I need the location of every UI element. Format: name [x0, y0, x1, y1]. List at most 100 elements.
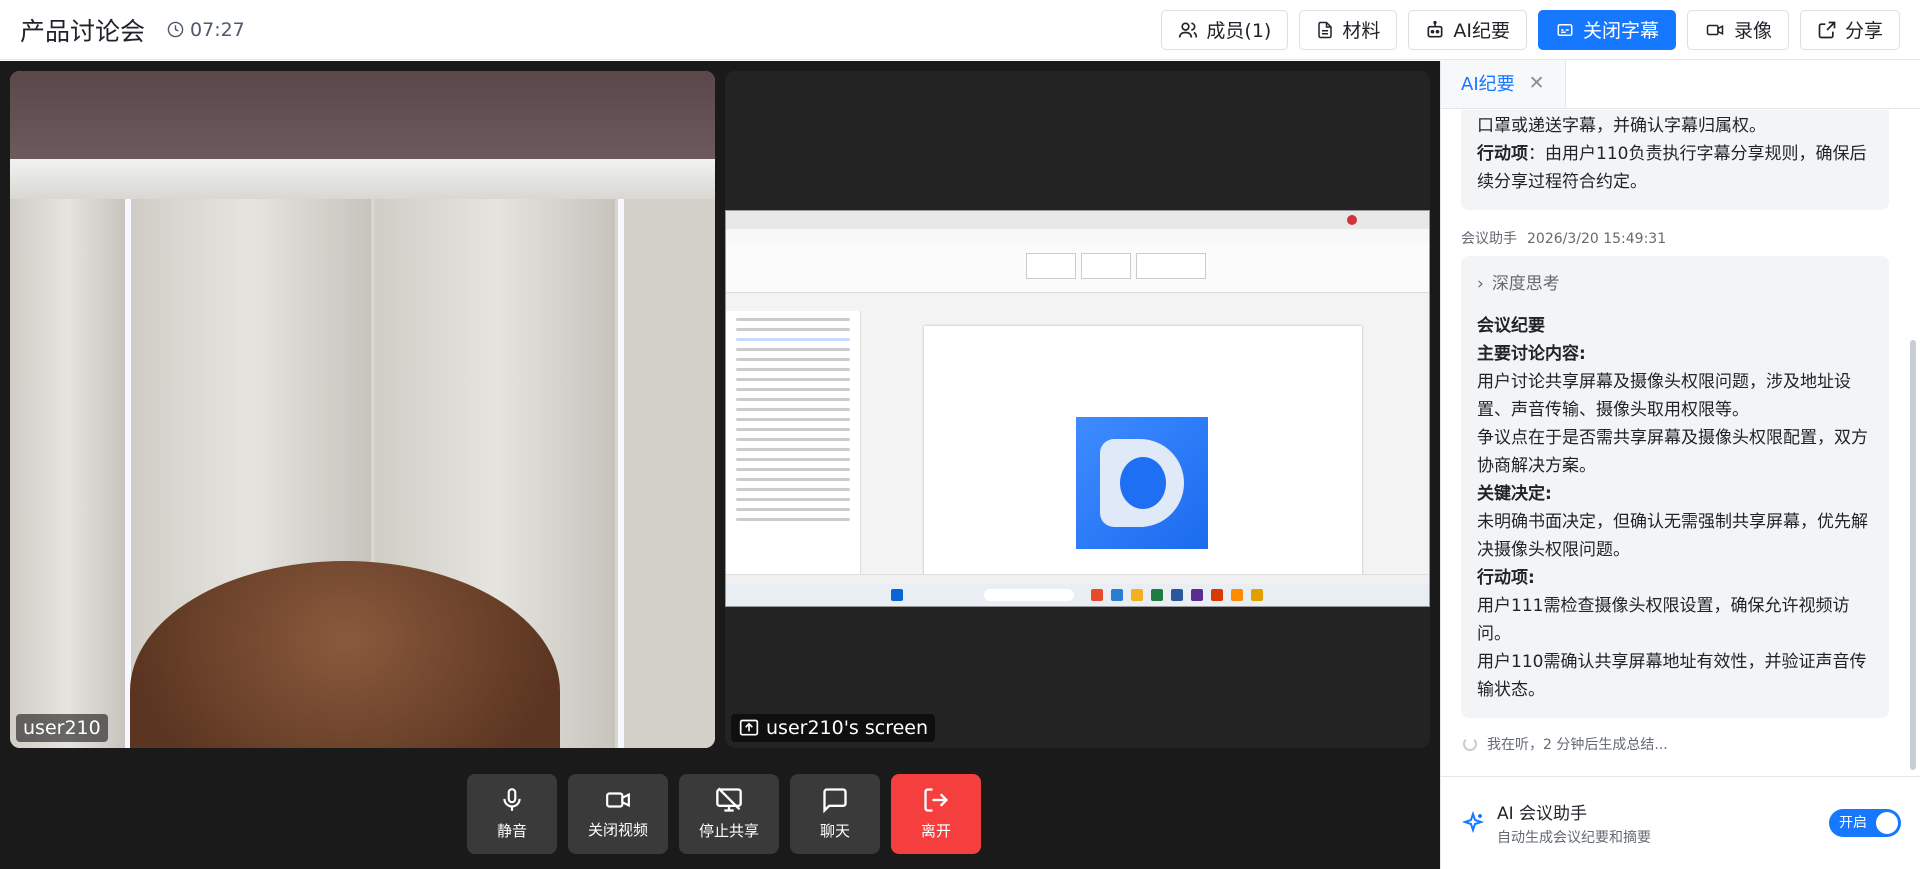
message-line: 行动项：由用户110负责执行字幕分享规则，确保后续分享过程符合约定。: [1477, 140, 1873, 196]
windows-taskbar: [726, 584, 1429, 606]
decision-item: 未明确书面决定，但确认无需强制共享屏幕，优先解决摄像头权限问题。: [1477, 512, 1868, 560]
word-ribbon: [726, 243, 1429, 293]
taskbar-app-icon: [1151, 589, 1163, 601]
mute-label: 静音: [496, 822, 527, 840]
screen-share-label: user210's screen: [731, 714, 936, 742]
topics-label: 主要讨论内容: [1477, 344, 1579, 364]
taskbar-app-icon: [1251, 589, 1263, 601]
taskbar-app-icon: [1231, 589, 1243, 601]
close-captions-button[interactable]: 关闭字幕: [1537, 9, 1676, 50]
taskbar-search-icon: [984, 589, 1074, 601]
topic-item: 争议点在于是否需共享屏幕及摄像头权限配置，双方协商解决方案。: [1477, 428, 1868, 476]
panel-scrollbar[interactable]: [1910, 110, 1916, 776]
materials-label: 材料: [1342, 20, 1381, 42]
label-colon: :: [1528, 568, 1535, 588]
word-menu: [726, 229, 1429, 243]
video-stage: user210 user210's screen 静音 关闭视频 停止共享 聊天…: [0, 61, 1440, 869]
label-colon: :: [1545, 484, 1552, 504]
video-off-button[interactable]: 关闭视频: [568, 773, 668, 854]
loading-spinner-icon: [1463, 737, 1477, 751]
mute-button[interactable]: 静音: [467, 773, 557, 854]
message-sender: 会议助手: [1461, 231, 1517, 247]
captions-icon: [1557, 23, 1573, 36]
message-meta: 会议助手 2026/3/20 15:49:31: [1461, 228, 1889, 248]
close-icon[interactable]: ✕: [1529, 72, 1545, 94]
camera-background: [10, 71, 715, 161]
clock-icon: [167, 21, 184, 38]
ai-summary-panel: AI纪要 ✕ 口罩或递送字幕，并确认字幕归属权。 行动项：由用户110负责执行字…: [1440, 60, 1920, 869]
word-navigation-pane: [726, 311, 861, 586]
camera-rail: [10, 159, 715, 199]
panel-tabs: AI纪要 ✕: [1441, 60, 1920, 109]
taskbar-app-icon: [1131, 589, 1143, 601]
taskbar-app-icon: [1091, 589, 1103, 601]
camera-blind: [10, 199, 125, 748]
action-items-text: ：由用户110负责执行字幕分享规则，确保后续分享过程符合约定。: [1477, 144, 1867, 192]
windows-start-icon: [891, 589, 903, 601]
taskbar-app-icon: [1171, 589, 1183, 601]
share-icon: [1818, 21, 1836, 38]
record-button[interactable]: 录像: [1686, 9, 1789, 50]
members-button[interactable]: 成员(1): [1161, 9, 1289, 50]
action-item: 用户111需检查摄像头权限设置，确保允许视频访问。: [1477, 596, 1850, 644]
stop-share-button[interactable]: 停止共享: [679, 773, 779, 854]
deep-thinking-label: 深度思考: [1491, 274, 1560, 294]
share-label: 分享: [1844, 20, 1883, 42]
robot-icon: [1427, 20, 1443, 37]
assistant-subtitle: 自动生成会议纪要和摘要: [1497, 830, 1651, 846]
topic-item: 用户讨论共享屏幕及摄像头权限问题，涉及地址设置、声音传输、摄像头取用权限等。: [1477, 372, 1851, 420]
camera-user-name: user210: [23, 717, 101, 739]
tab-ai-summary-label: AI纪要: [1461, 74, 1515, 95]
camera-icon: [606, 792, 630, 808]
decisions-label: 关键决定: [1477, 484, 1545, 504]
taskbar-app-icon: [1111, 589, 1123, 601]
screen-share-tile[interactable]: user210's screen: [725, 71, 1430, 748]
leave-button[interactable]: 离开: [891, 773, 981, 854]
record-dot-icon: [1347, 215, 1357, 225]
top-bar: 产品讨论会 07:27 成员(1) 材料 AI纪要 关闭字幕 录像 分享: [0, 0, 1920, 60]
word-style-box: [1136, 253, 1206, 279]
message-line: 口罩或递送字幕，并确认字幕归属权。: [1477, 116, 1766, 136]
meeting-title: 产品讨论会: [20, 16, 146, 46]
action-items-label: 行动项: [1477, 568, 1528, 588]
listening-text: 我在听，2 分钟后生成总结...: [1487, 737, 1668, 753]
sparkle-icon: [1461, 811, 1485, 834]
chevron-right-icon: ›: [1477, 274, 1484, 294]
assistant-toggle[interactable]: 开启: [1829, 809, 1901, 837]
video-record-icon: [1706, 24, 1724, 35]
chat-label: 聊天: [819, 822, 850, 840]
deep-thinking-toggle[interactable]: › 深度思考: [1477, 270, 1873, 298]
camera-blind: [624, 199, 715, 748]
ai-summary-label: AI纪要: [1453, 20, 1510, 42]
assistant-title: AI 会议助手: [1497, 804, 1588, 824]
taskbar-app-icon: [1211, 589, 1223, 601]
toggle-knob: [1876, 812, 1898, 834]
tab-ai-summary[interactable]: AI纪要 ✕: [1441, 60, 1566, 108]
duration-text: 07:27: [190, 18, 245, 41]
summary-heading: 会议纪要: [1477, 316, 1545, 336]
leave-label: 离开: [920, 822, 951, 840]
ai-assistant-bar: AI 会议助手 自动生成会议纪要和摘要 开启: [1441, 776, 1920, 869]
screen-share-icon: [739, 719, 759, 736]
action-items-label: 行动项: [1477, 144, 1528, 164]
word-titlebar: [726, 211, 1429, 229]
members-label: 成员(1): [1206, 20, 1272, 42]
meeting-controls: 静音 关闭视频 停止共享 聊天 离开: [0, 758, 1440, 869]
captions-label: 关闭字幕: [1582, 20, 1659, 42]
meeting-timer: 07:27: [167, 19, 245, 41]
chat-button[interactable]: 聊天: [790, 773, 880, 854]
materials-button[interactable]: 材料: [1299, 9, 1398, 50]
word-page: [924, 326, 1362, 586]
taskbar-app-icon: [1191, 589, 1203, 601]
label-colon: :: [1579, 344, 1586, 364]
summary-message: › 深度思考 会议纪要 主要讨论内容: 用户讨论共享屏幕及摄像头权限问题，涉及地…: [1461, 256, 1889, 718]
summary-message: 口罩或递送字幕，并确认字幕归属权。 行动项：由用户110负责执行字幕分享规则，确…: [1461, 110, 1889, 210]
chat-icon: [823, 788, 847, 814]
video-off-label: 关闭视频: [587, 821, 648, 839]
toggle-label: 开启: [1839, 815, 1867, 831]
listening-status: 我在听，2 分钟后生成总结...: [1461, 734, 1889, 754]
ai-summary-button[interactable]: AI纪要: [1408, 9, 1527, 50]
camera-tile[interactable]: user210: [10, 71, 715, 748]
share-button[interactable]: 分享: [1799, 9, 1900, 50]
word-statusbar: [726, 574, 1429, 584]
